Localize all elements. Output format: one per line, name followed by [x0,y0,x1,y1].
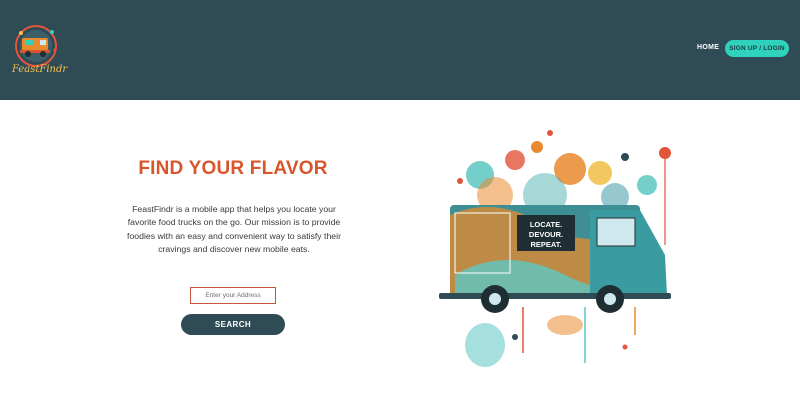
top-navbar: FeastFindr HOME SIGN UP / LOGIN [0,0,800,100]
signup-login-button[interactable]: SIGN UP / LOGIN [725,40,789,57]
sign-line-3: REPEAT. [530,240,561,249]
logo-wordmark: FeastFindr [12,64,68,75]
hero-title: FIND YOUR FLAVOR [138,158,328,179]
food-truck-illustration: LOCATE. DEVOUR. REPEAT. [425,125,690,375]
hero-description: FeastFindr is a mobile app that helps yo… [127,204,341,255]
nav-link-home[interactable]: HOME [697,44,719,51]
address-input[interactable] [190,287,276,304]
search-button[interactable]: SEARCH [181,314,285,335]
food-truck-image: LOCATE. DEVOUR. REPEAT. [439,130,671,367]
sign-line-1: LOCATE. [530,220,562,229]
sign-line-2: DEVOUR. [529,230,563,239]
